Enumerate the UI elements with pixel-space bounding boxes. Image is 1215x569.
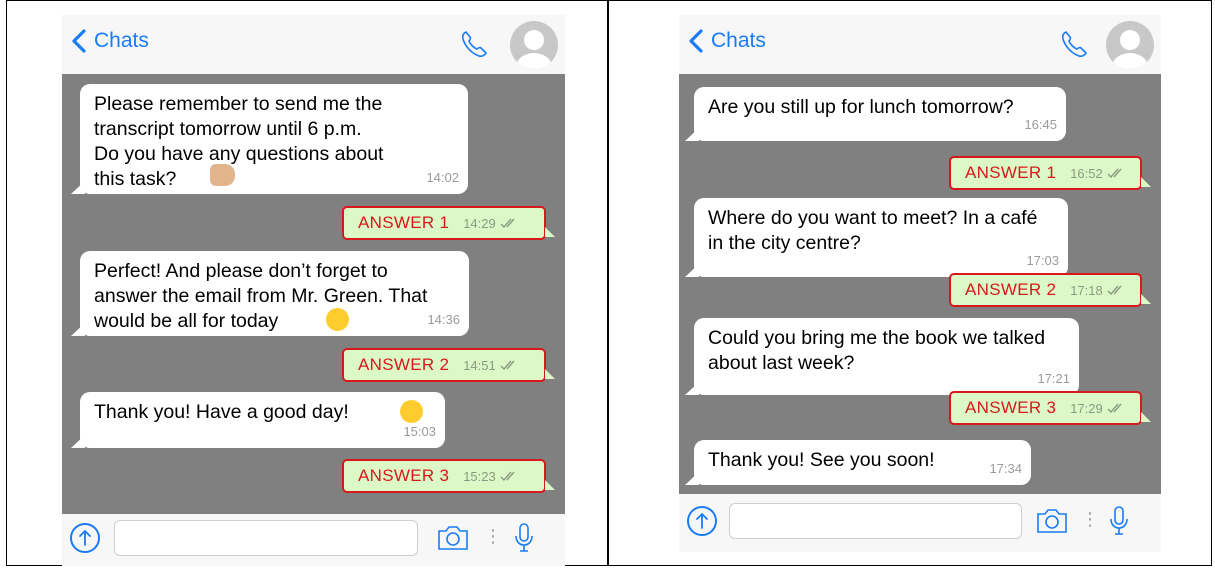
message-input[interactable] bbox=[114, 520, 418, 556]
chat-screen-right: Chats Are you still up for lunch tomorro… bbox=[679, 15, 1161, 552]
panel-divider bbox=[607, 0, 609, 566]
answer-label: ANSWER 1 bbox=[358, 213, 450, 232]
incoming-message: Thank you! See you soon! 17:34 bbox=[685, 440, 1031, 485]
message-text: Thank you! See you soon! bbox=[708, 449, 935, 471]
back-label: Chats bbox=[94, 29, 149, 52]
camera-icon[interactable] bbox=[1036, 508, 1068, 534]
incoming-message: Where do you want to meet? In a café in … bbox=[685, 198, 1068, 277]
chat-screen-left: Chats Please remember to send me the tra… bbox=[62, 15, 565, 566]
double-check-icon bbox=[1107, 403, 1122, 414]
answer-slot-2[interactable]: ANSWER 2 14:51 bbox=[342, 348, 555, 382]
phone-icon[interactable] bbox=[459, 29, 489, 59]
message-time: 17:34 bbox=[989, 461, 1022, 476]
avatar-icon[interactable] bbox=[510, 21, 558, 69]
double-check-icon bbox=[500, 471, 515, 482]
incoming-message: Are you still up for lunch tomorrow? 16:… bbox=[685, 87, 1066, 141]
chat-header: Chats bbox=[679, 15, 1161, 74]
message-time: 16:45 bbox=[1024, 117, 1057, 132]
message-text: Could you bring me the book we talked ab… bbox=[708, 327, 1046, 374]
double-check-icon bbox=[500, 218, 515, 229]
phone-icon[interactable] bbox=[1059, 29, 1089, 59]
back-chevron-icon bbox=[689, 29, 703, 53]
message-time: 16:52 bbox=[1070, 165, 1103, 181]
message-list: Please remember to send me the transcrip… bbox=[62, 74, 565, 514]
answer-slot-2[interactable]: ANSWER 2 17:18 bbox=[949, 273, 1151, 307]
message-text: Please remember to send me the transcrip… bbox=[94, 93, 384, 190]
message-time: 17:21 bbox=[1037, 371, 1070, 386]
thumbs-up-icon bbox=[210, 164, 235, 186]
separator-dots: ⋮ bbox=[484, 526, 502, 546]
answer-slot-3[interactable]: ANSWER 3 15:23 bbox=[342, 459, 555, 493]
message-time: 17:03 bbox=[1026, 253, 1059, 268]
microphone-icon[interactable] bbox=[515, 523, 533, 553]
microphone-icon[interactable] bbox=[1110, 506, 1128, 536]
message-input[interactable] bbox=[729, 503, 1022, 539]
answer-label: ANSWER 2 bbox=[965, 280, 1057, 299]
answer-label: ANSWER 3 bbox=[358, 466, 450, 485]
back-to-chats-button[interactable]: Chats bbox=[687, 29, 766, 53]
avatar-icon[interactable] bbox=[1106, 21, 1154, 69]
double-check-icon bbox=[1107, 285, 1122, 296]
answer-label: ANSWER 1 bbox=[965, 163, 1057, 182]
message-time: 15:23 bbox=[463, 468, 496, 484]
back-chevron-icon bbox=[72, 29, 86, 53]
chat-header: Chats bbox=[62, 15, 565, 74]
input-bar: ⋮ bbox=[679, 494, 1161, 552]
answer-label: ANSWER 3 bbox=[965, 398, 1057, 417]
message-text: Thank you! Have a good day! bbox=[94, 401, 349, 423]
message-text: Are you still up for lunch tomorrow? bbox=[708, 96, 1014, 118]
message-time: 14:02 bbox=[426, 170, 459, 185]
back-to-chats-button[interactable]: Chats bbox=[70, 29, 149, 53]
double-check-icon bbox=[500, 360, 515, 371]
incoming-message: Perfect! And please don’t forget to answ… bbox=[71, 251, 469, 336]
double-check-icon bbox=[1107, 168, 1122, 179]
camera-icon[interactable] bbox=[437, 525, 469, 551]
message-list: Are you still up for lunch tomorrow? 16:… bbox=[679, 74, 1161, 494]
answer-slot-1[interactable]: ANSWER 1 16:52 bbox=[949, 156, 1151, 190]
input-bar: ⋮ bbox=[62, 514, 565, 566]
incoming-message: Please remember to send me the transcrip… bbox=[71, 84, 468, 194]
message-time: 14:36 bbox=[427, 312, 460, 327]
separator-dots: ⋮ bbox=[1081, 509, 1099, 529]
incoming-message: Could you bring me the book we talked ab… bbox=[685, 318, 1079, 395]
answer-slot-3[interactable]: ANSWER 3 17:29 bbox=[949, 391, 1151, 425]
message-time: 17:29 bbox=[1070, 400, 1103, 416]
incoming-message: Thank you! Have a good day! 15:03 bbox=[71, 392, 445, 448]
message-time: 14:29 bbox=[463, 215, 496, 231]
message-time: 14:51 bbox=[463, 357, 496, 373]
upload-icon[interactable] bbox=[70, 523, 100, 553]
answer-label: ANSWER 2 bbox=[358, 355, 450, 374]
message-time: 15:03 bbox=[403, 424, 436, 439]
message-time: 17:18 bbox=[1070, 282, 1103, 298]
message-text: Perfect! And please don’t forget to answ… bbox=[94, 260, 428, 332]
back-label: Chats bbox=[711, 29, 766, 52]
message-text: Where do you want to meet? In a café in … bbox=[708, 207, 1038, 254]
upload-icon[interactable] bbox=[687, 506, 717, 536]
winking-face-icon bbox=[326, 308, 349, 331]
answer-slot-1[interactable]: ANSWER 1 14:29 bbox=[342, 206, 555, 240]
